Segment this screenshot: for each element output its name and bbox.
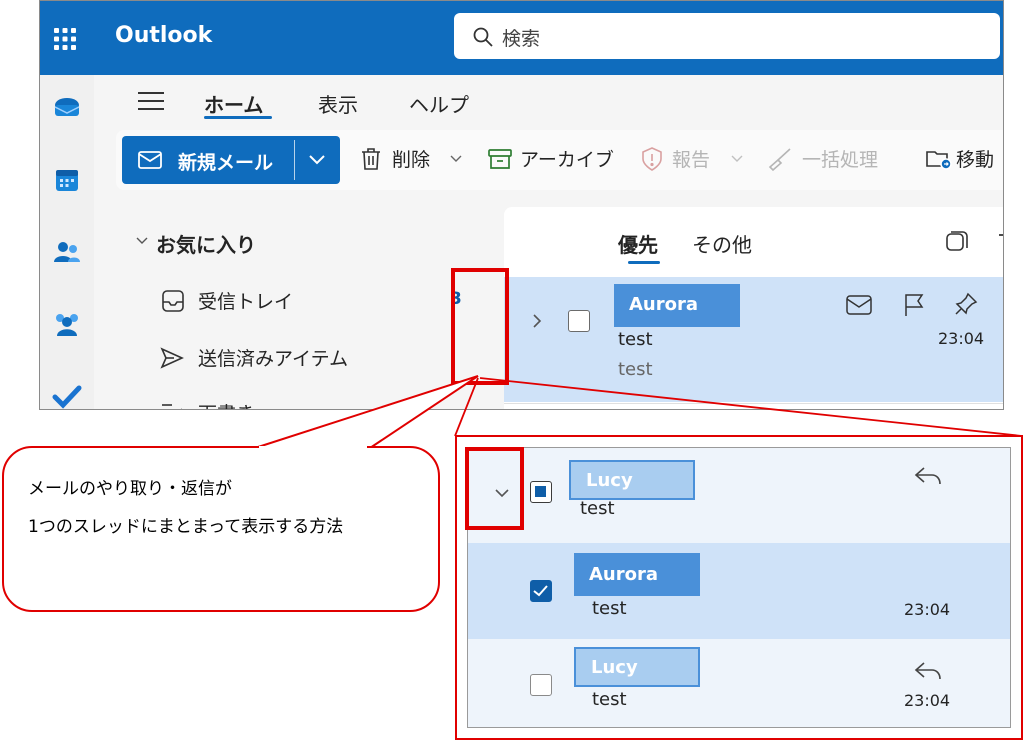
received-time: 23:04	[904, 691, 951, 710]
subject-text: test	[592, 689, 627, 710]
sender-name: Aurora	[574, 553, 700, 596]
reply-icon	[914, 661, 942, 681]
thread-view: Lucy test Aurora test 23:04 Lucy test 23…	[467, 447, 1011, 728]
sender-name: Lucy	[569, 460, 695, 500]
thread-zoom-panel: Lucy test Aurora test 23:04 Lucy test 23…	[455, 435, 1023, 740]
checked-checkbox[interactable]	[530, 580, 552, 602]
thread-header-row[interactable]: Lucy test	[468, 448, 1010, 543]
subject-text: test	[592, 598, 627, 619]
callout-line-2: 1つのスレッドにまとまって表示する方法	[28, 517, 344, 537]
callout-bubble: メールのやり取り・返信が 1つのスレッドにまとまって表示する方法	[2, 446, 440, 612]
received-time: 23:04	[904, 600, 951, 619]
partial-check-mark	[535, 486, 546, 497]
row-checkbox[interactable]	[530, 674, 552, 696]
sender-name: Lucy	[574, 647, 700, 687]
partial-checkbox[interactable]	[530, 481, 552, 503]
highlight-frame-collapse	[465, 447, 524, 530]
reply-icon	[914, 466, 942, 486]
thread-item-selected[interactable]: Aurora test 23:04	[468, 543, 1010, 639]
subject-text: test	[580, 498, 615, 519]
tail-joint	[259, 446, 367, 449]
thread-item[interactable]: Lucy test 23:04	[468, 639, 1010, 727]
callout-line-1: メールのやり取り・返信が	[28, 479, 232, 499]
